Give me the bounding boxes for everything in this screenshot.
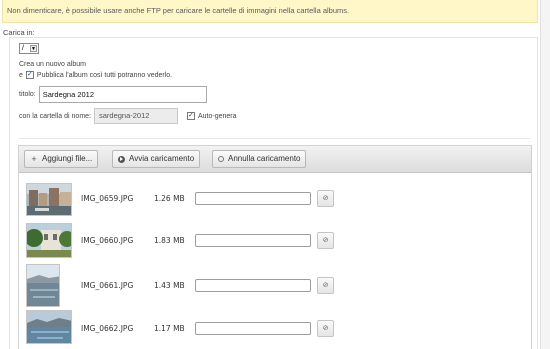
folder-name-input[interactable]: sardegna-2012 (93, 108, 178, 124)
publish-prefix: e (19, 71, 23, 79)
folder-select[interactable]: / ▼ (19, 43, 39, 54)
start-upload-label: Avvia caricamento (129, 154, 195, 163)
coast-icon (26, 310, 72, 344)
remove-file-button[interactable]: ⊘ (317, 190, 334, 207)
file-size: 1.26 MB (154, 194, 185, 203)
progress-bar (195, 192, 311, 205)
publish-checkbox[interactable]: ✓ (25, 71, 34, 79)
file-size: 1.17 MB (154, 324, 185, 333)
cancel-upload-button[interactable]: Annulla caricamento (212, 150, 307, 168)
add-files-label: Aggiungi file... (42, 154, 93, 163)
folder-name-label: con la cartella di nome: (19, 112, 91, 120)
title-input[interactable]: Sardegna 2012 (38, 86, 207, 103)
file-name: IMG_0661.JPG (81, 281, 134, 290)
file-size: 1.43 MB (154, 281, 185, 290)
file-name: IMG_0660.JPG (81, 236, 134, 245)
progress-bar (195, 234, 311, 247)
divider (19, 138, 531, 139)
harbor-icon (26, 183, 72, 216)
file-row: IMG_0659.JPG 1.26 MB ⊘ (19, 180, 531, 220)
cancel-icon (218, 156, 224, 162)
publish-row: e ✓ Pubblica l'album così tutti potranno… (19, 71, 172, 79)
sea-icon (26, 264, 60, 307)
new-album-label: Crea un nuovo album (19, 61, 86, 68)
file-uploader: + Aggiungi file... Avvia caricamento Ann… (18, 145, 532, 349)
start-upload-button[interactable]: Avvia caricamento (112, 150, 201, 168)
upload-destination-label: Carica in: (3, 28, 35, 37)
auto-generate-checkbox[interactable]: ✓ (186, 112, 195, 120)
play-icon (118, 155, 125, 163)
remove-file-button[interactable]: ⊘ (317, 232, 334, 249)
remove-file-button[interactable]: ⊘ (317, 277, 334, 294)
file-name: IMG_0659.JPG (81, 194, 134, 203)
ftp-notice: Non dimenticare, è possibile usare anche… (2, 0, 538, 23)
add-files-button[interactable]: + Aggiungi file... (24, 150, 99, 168)
file-row: IMG_0662.JPG 1.17 MB ⊘ (19, 310, 531, 349)
chevron-down-icon: ▼ (30, 45, 37, 52)
auto-generate-label: Auto-genera (197, 112, 237, 120)
remove-file-button[interactable]: ⊘ (317, 320, 334, 337)
file-size: 1.83 MB (154, 236, 185, 245)
folder-name-row: con la cartella di nome: sardegna-2012 ✓… (19, 108, 237, 124)
uploader-toolbar: + Aggiungi file... Avvia caricamento Ann… (19, 146, 531, 173)
progress-bar (195, 322, 311, 335)
plus-icon: + (31, 154, 37, 164)
garden-icon (26, 223, 72, 258)
cancel-upload-label: Annulla caricamento (228, 154, 301, 163)
file-row: IMG_0660.JPG 1.83 MB ⊘ (19, 223, 531, 263)
title-row: titolo: Sardegna 2012 (19, 86, 207, 103)
folder-select-value: / (22, 45, 24, 52)
progress-bar (195, 279, 311, 292)
page-scrollbar[interactable] (540, 0, 550, 349)
publish-label: Pubblica l'album così tutti potranno ved… (36, 71, 173, 79)
title-label: titolo: (19, 91, 36, 98)
file-name: IMG_0662.JPG (81, 324, 134, 333)
file-row: IMG_0661.JPG 1.43 MB ⊘ (19, 264, 531, 307)
